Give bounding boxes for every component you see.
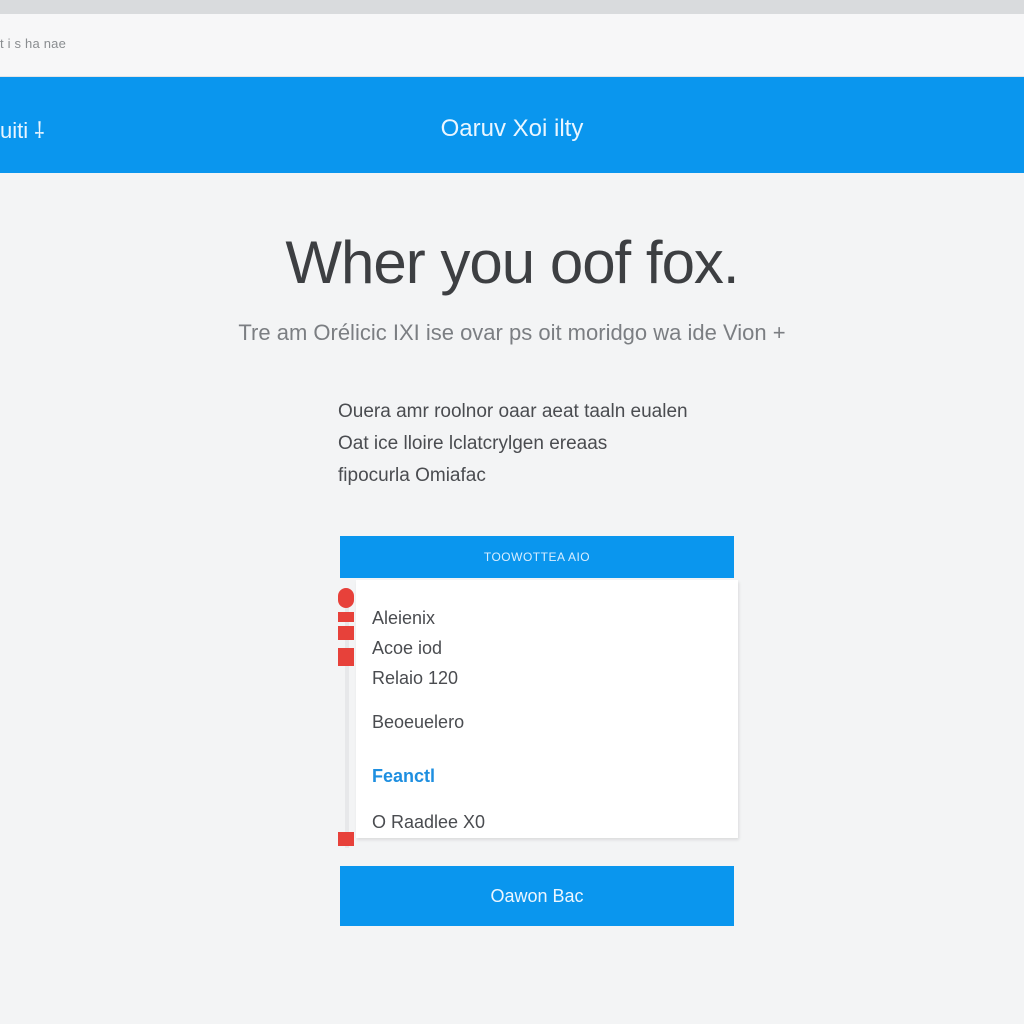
card-item[interactable]: Aleienix <box>372 608 435 629</box>
card-item[interactable]: Acoe iod <box>372 638 442 659</box>
rail-marker-top <box>338 588 354 608</box>
card-item[interactable]: Relaio 120 <box>372 668 458 689</box>
rail-marker <box>338 626 354 640</box>
description-line: Ouera amr roolnor oaar aeat taaln eualen <box>338 401 688 422</box>
card-progress-rail <box>336 588 356 848</box>
description-block: Ouera amr roolnor oaar aeat taaln eualen… <box>338 396 758 492</box>
hero-title: Wher you oof fox. <box>285 229 739 296</box>
address-bar[interactable]: t i s ha nae <box>0 14 1024 77</box>
card-link[interactable]: Feanctl <box>372 766 435 787</box>
rail-marker <box>338 648 354 666</box>
rail-marker <box>338 612 354 622</box>
description-line: fipocurla Omiafac <box>338 465 486 486</box>
card-item[interactable]: Beoeuelero <box>372 712 464 733</box>
description-line: Oat ice lloire lclatcrylgen ereaas <box>338 433 608 454</box>
window-top-strip <box>0 0 1024 14</box>
hero-subtitle: Tre am Orélicic IXI ise ovar ps oit mori… <box>238 320 786 345</box>
card-item[interactable]: O Raadlee X0 <box>372 812 485 833</box>
rail-marker-bottom <box>338 832 354 846</box>
address-text: t i s ha nae <box>0 36 66 51</box>
primary-cta-button[interactable]: Oawon Bac <box>340 866 734 926</box>
app-header: uiti ⸸ Oaruv Xoi ilty <box>0 77 1024 173</box>
card-header: TOOWOTTEA AIO <box>340 536 734 578</box>
header-title: Oaruv Xoi ilty <box>440 115 584 142</box>
